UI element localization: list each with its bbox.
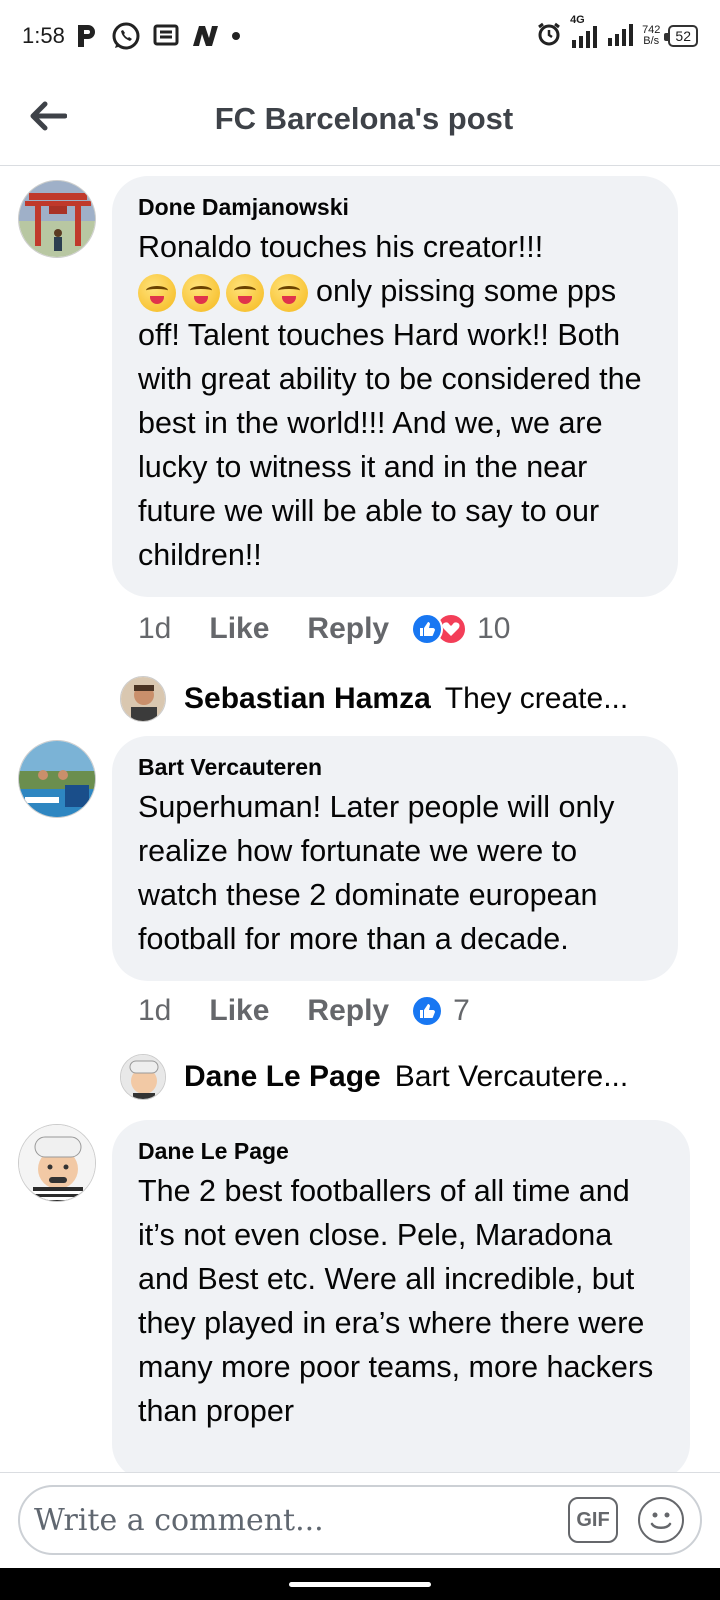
reply-text: Bart Vercautere... (394, 1060, 629, 1093)
comments-list[interactable]: Done Damjanowski Ronaldo touches his cre… (0, 166, 720, 1472)
reply-preview[interactable]: Dane Le Page Bart Vercautere... (120, 1054, 680, 1100)
post-header: FC Barcelona's post (0, 72, 720, 166)
n-icon (191, 24, 219, 48)
like-button[interactable]: Like (209, 612, 269, 646)
comment-bubble[interactable]: Bart Vercauteren Superhuman! Later peopl… (112, 736, 678, 981)
comment-text: Ronaldo touches his creator!!! only piss… (138, 225, 652, 577)
alarm-icon (536, 21, 562, 52)
reply-text: They create... (444, 682, 629, 715)
reaction-count: 7 (453, 994, 470, 1027)
home-indicator[interactable] (289, 1581, 431, 1587)
emoji-row (138, 273, 308, 312)
avatar[interactable] (18, 1124, 96, 1202)
comment-text-rest: only pissing some pps off! Talent touche… (138, 274, 642, 572)
reaction-count: 10 (477, 612, 511, 645)
avatar[interactable] (18, 740, 96, 818)
comment-text: The 2 best footballers of all time and i… (138, 1174, 654, 1428)
system-nav-bar (0, 1568, 720, 1600)
like-reaction-icon (411, 995, 444, 1027)
comment-text: Superhuman! Later people will only reali… (138, 790, 615, 956)
like-button[interactable]: Like (209, 994, 269, 1028)
network-type: 4G (570, 14, 585, 26)
dot-icon (231, 31, 241, 41)
comment-actions: 1d Like Reply 10 (138, 612, 510, 646)
net-speed: 742 B/s (642, 25, 660, 47)
gif-button[interactable]: GIF (568, 1497, 618, 1543)
status-time: 1:58 (22, 23, 65, 48)
comment-author[interactable]: Done Damjanowski (138, 194, 652, 221)
reply-author[interactable]: Sebastian Hamza (184, 682, 431, 716)
status-bar: 1:58 4G 742 B/s 52 (0, 0, 720, 72)
comment-author[interactable]: Bart Vercauteren (138, 754, 652, 781)
net-speed-unit: B/s (643, 35, 660, 47)
comment-actions: 1d Like Reply 7 (138, 994, 470, 1028)
reply-preview[interactable]: Sebastian Hamza They create... (120, 676, 680, 722)
like-reaction-icon (411, 613, 444, 645)
battery-level: 52 (675, 28, 691, 44)
signal-icon-2 (606, 22, 634, 51)
message-icon (153, 24, 179, 48)
comment-time[interactable]: 1d (138, 612, 171, 646)
yum-face-emoji (182, 273, 220, 312)
avatar[interactable] (120, 1054, 166, 1100)
reactions[interactable] (411, 613, 468, 645)
battery-indicator: 52 (664, 25, 698, 47)
reply-author[interactable]: Dane Le Page (184, 1060, 381, 1094)
comment-author[interactable]: Dane Le Page (138, 1138, 664, 1165)
arrow-left-icon (30, 101, 67, 131)
signal-icon: 4G (570, 14, 598, 48)
yum-face-emoji (270, 273, 308, 312)
comment-text-line: Ronaldo touches his creator!!! (138, 230, 544, 264)
reply-button[interactable]: Reply (307, 994, 389, 1028)
comment-bubble[interactable]: Done Damjanowski Ronaldo touches his cre… (112, 176, 678, 597)
comment-bubble[interactable]: Dane Le Page The 2 best footballers of a… (112, 1120, 690, 1472)
whatsapp-icon (111, 21, 141, 51)
comment-time[interactable]: 1d (138, 994, 171, 1028)
yum-face-emoji (138, 273, 176, 312)
reply-button[interactable]: Reply (307, 612, 389, 646)
p-icon (75, 23, 99, 49)
reactions[interactable] (411, 995, 444, 1027)
back-button[interactable] (26, 94, 70, 138)
avatar[interactable] (18, 180, 96, 258)
smiley-icon[interactable] (638, 1497, 684, 1543)
comment-composer: GIF (0, 1472, 720, 1568)
composer-box[interactable]: GIF (18, 1485, 702, 1555)
page-title: FC Barcelona's post (214, 100, 514, 136)
yum-face-emoji (226, 273, 264, 312)
avatar[interactable] (120, 676, 166, 722)
comment-input[interactable] (34, 1502, 568, 1538)
